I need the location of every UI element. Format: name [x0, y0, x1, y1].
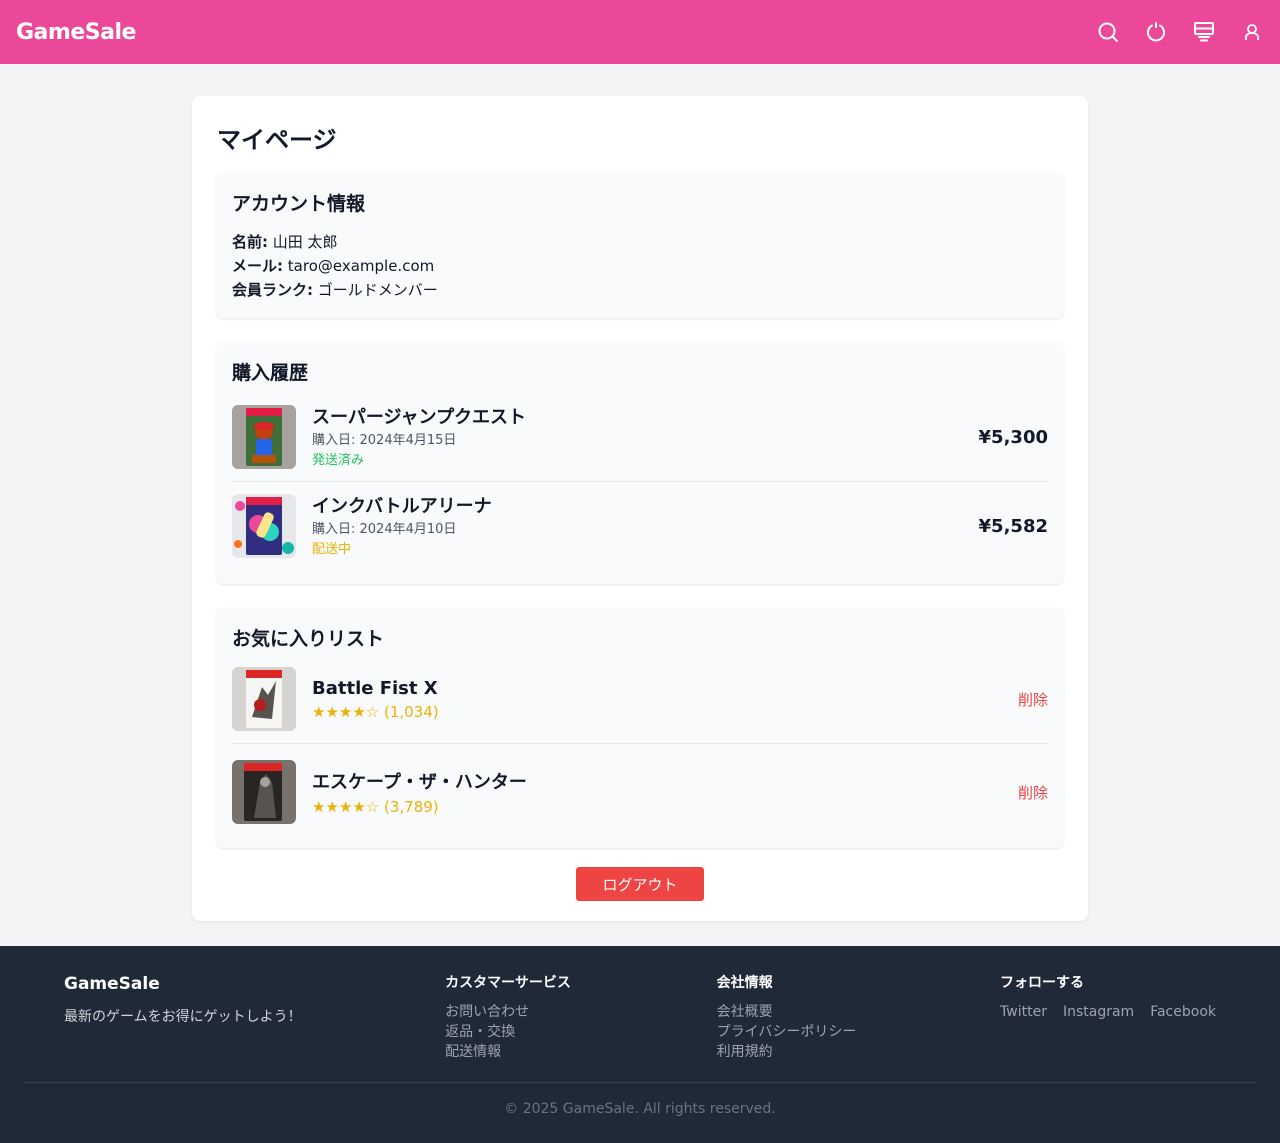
footer-link-twitter[interactable]: Twitter	[1000, 1002, 1047, 1022]
cart-icon[interactable]	[1192, 20, 1216, 44]
game-thumbnail[interactable]	[232, 667, 296, 731]
remove-favorite-button[interactable]: 削除	[1018, 782, 1048, 803]
game-thumbnail[interactable]	[232, 760, 296, 824]
purchase-date: 購入日: 2024年4月10日	[312, 522, 457, 537]
logo[interactable]: GameSale	[16, 20, 136, 45]
footer-link-about[interactable]: 会社概要	[717, 1002, 1000, 1022]
favorites-section: お気に入りリスト Battle Fist X ★★★★☆ (1,034) 削除 …	[216, 608, 1064, 848]
favorite-title[interactable]: エスケープ・ザ・ハンター	[312, 768, 1018, 794]
footer-follow-column: フォローする Twitter Instagram Facebook	[1000, 972, 1216, 1062]
favorite-row[interactable]: エスケープ・ザ・ハンター ★★★★☆ (3,789) 削除	[232, 743, 1048, 834]
account-name: 名前: 山田 太郎	[232, 230, 1048, 254]
account-section: アカウント情報 名前: 山田 太郎 メール: taro@example.com …	[216, 173, 1064, 318]
favorite-info: エスケープ・ザ・ハンター ★★★★☆ (3,789)	[312, 768, 1018, 816]
page-title: マイページ	[217, 126, 337, 154]
footer-service-column: カスタマーサービス お問い合わせ 返品・交換 配送情報	[445, 972, 717, 1062]
footer-logo[interactable]: GameSale	[64, 974, 445, 994]
power-icon[interactable]	[1144, 20, 1168, 44]
logout-wrap: ログアウト	[216, 867, 1064, 901]
social-links: Twitter Instagram Facebook	[1000, 1002, 1216, 1022]
footer-link-terms[interactable]: 利用規約	[717, 1042, 1000, 1062]
favorite-row[interactable]: Battle Fist X ★★★★☆ (1,034) 削除	[232, 655, 1048, 743]
top-nav: GameSale	[0, 0, 1280, 64]
email-label: メール:	[232, 257, 283, 275]
name-label: 名前:	[232, 233, 268, 251]
favorite-info: Battle Fist X ★★★★☆ (1,034)	[312, 678, 1018, 721]
footer-follow-heading: フォローする	[1000, 975, 1085, 991]
purchase-row[interactable]: スーパージャンプクエスト 購入日: 2024年4月15日 発送済み ¥5,300	[232, 393, 1048, 481]
rank-value: ゴールドメンバー	[317, 281, 438, 299]
footer-service-heading: カスタマーサービス	[445, 975, 571, 991]
purchase-price: ¥5,582	[978, 515, 1048, 537]
footer-columns: GameSale 最新のゲームをお得にゲットしよう！ カスタマーサービス お問い…	[0, 946, 1280, 1062]
footer-link-contact[interactable]: お問い合わせ	[445, 1002, 717, 1022]
footer-brand-column: GameSale 最新のゲームをお得にゲットしよう！	[64, 972, 445, 1062]
footer-company-column: 会社情報 会社概要 プライバシーポリシー 利用規約	[717, 972, 1000, 1062]
footer: GameSale 最新のゲームをお得にゲットしよう！ カスタマーサービス お問い…	[0, 946, 1280, 1143]
purchase-price: ¥5,300	[978, 426, 1048, 448]
logout-button[interactable]: ログアウト	[576, 867, 704, 901]
purchase-row[interactable]: インクバトルアリーナ 購入日: 2024年4月10日 配送中 ¥5,582	[232, 481, 1048, 570]
purchase-title[interactable]: スーパージャンプクエスト	[312, 403, 979, 429]
rating-stars: ★★★★☆ (1,034)	[312, 702, 439, 721]
footer-company-heading: 会社情報	[716, 975, 773, 991]
rank-label: 会員ランク:	[232, 281, 313, 299]
purchase-history-heading: 購入履歴	[232, 362, 309, 384]
account-heading: アカウント情報	[232, 193, 366, 215]
footer-link-instagram[interactable]: Instagram	[1063, 1002, 1134, 1022]
email-value: taro@example.com	[287, 257, 435, 275]
purchase-info: スーパージャンプクエスト 購入日: 2024年4月15日 発送済み	[312, 403, 979, 471]
footer-divider	[24, 1082, 1256, 1083]
name-value: 山田 太郎	[272, 233, 338, 251]
search-icon[interactable]	[1096, 20, 1120, 44]
account-email: メール: taro@example.com	[232, 254, 1048, 278]
purchase-history-section: 購入履歴 スーパージャンプクエスト 購入日: 2024年4月15日 発送済み ¥…	[216, 342, 1064, 584]
purchase-info: インクバトルアリーナ 購入日: 2024年4月10日 配送中	[312, 492, 979, 560]
footer-link-returns[interactable]: 返品・交換	[445, 1022, 717, 1042]
user-icon[interactable]	[1240, 20, 1264, 44]
game-thumbnail[interactable]	[232, 405, 296, 469]
footer-tagline: 最新のゲームをお得にゲットしよう！	[64, 1009, 302, 1025]
rating-stars: ★★★★☆ (3,789)	[312, 798, 439, 816]
purchase-status: 発送済み	[312, 453, 365, 468]
mypage-card: マイページ アカウント情報 名前: 山田 太郎 メール: taro@exampl…	[192, 96, 1088, 921]
footer-link-facebook[interactable]: Facebook	[1150, 1002, 1216, 1022]
favorites-heading: お気に入りリスト	[232, 628, 385, 650]
footer-link-privacy[interactable]: プライバシーポリシー	[717, 1022, 1000, 1042]
purchase-title[interactable]: インクバトルアリーナ	[312, 492, 979, 518]
footer-link-shipping[interactable]: 配送情報	[445, 1042, 717, 1062]
header-icons	[1096, 20, 1264, 44]
copyright: © 2025 GameSale. All rights reserved.	[504, 1101, 776, 1117]
account-rank: 会員ランク: ゴールドメンバー	[232, 278, 1048, 302]
purchase-status: 配送中	[312, 542, 352, 557]
main-content: マイページ アカウント情報 名前: 山田 太郎 メール: taro@exampl…	[0, 64, 1280, 953]
game-thumbnail[interactable]	[232, 494, 296, 558]
remove-favorite-button[interactable]: 削除	[1018, 689, 1048, 710]
purchase-date: 購入日: 2024年4月15日	[312, 433, 457, 448]
favorite-title[interactable]: Battle Fist X	[312, 678, 1018, 699]
